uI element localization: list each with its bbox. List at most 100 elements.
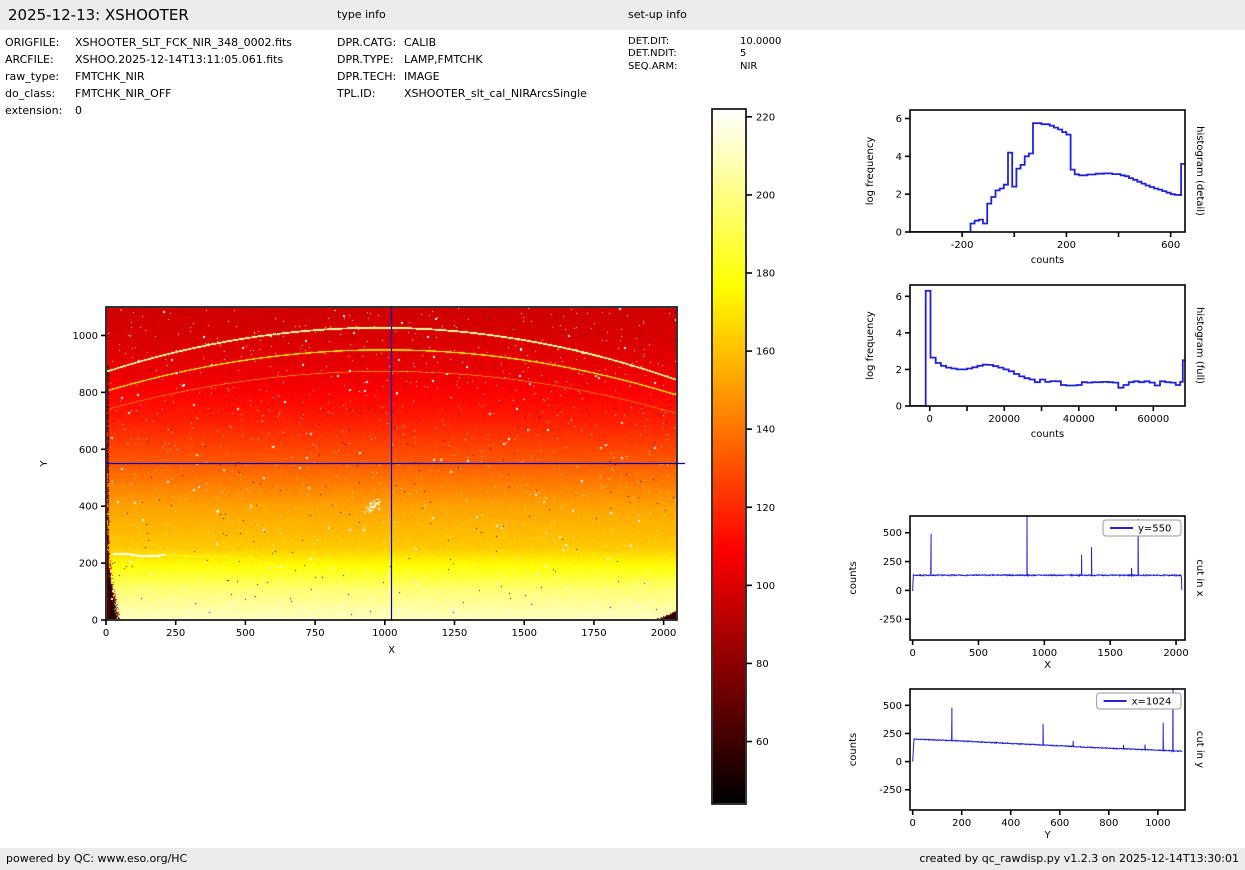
info-label: extension: [5, 102, 75, 119]
info-label: ARCFILE: [5, 51, 75, 68]
x-tick-label: 200 [1057, 240, 1076, 251]
y-tick-label: 0 [92, 616, 98, 627]
axes-frame [910, 110, 1185, 232]
cut-x-legend: y=550 [1103, 520, 1181, 536]
info-value: 5 [740, 48, 746, 60]
y-tick-label: -250 [879, 615, 902, 626]
y-tick-label: 4 [896, 152, 902, 163]
y-tick-label: 0 [896, 757, 902, 768]
axes-frame [910, 689, 1185, 810]
legend-label: y=550 [1138, 524, 1171, 535]
cut-y-legend: x=1024 [1097, 693, 1181, 709]
cut-y-series [913, 685, 1183, 762]
x-tick-label: 800 [1099, 818, 1118, 829]
right-axis-label: cut in y [1194, 731, 1205, 768]
colorbar-tick-label: 180 [756, 268, 775, 279]
y-tick-label: 1000 [73, 331, 98, 342]
x-tick-label: 1750 [581, 628, 606, 639]
info-label: DPR.CATG: [337, 34, 404, 51]
info-label: TPL.ID: [337, 85, 404, 102]
header-bar: 2025-12-13: XSHOOTER type info set-up in… [0, 0, 1245, 30]
hist-detail-series [910, 123, 1185, 232]
axes-frame [910, 516, 1185, 640]
footer-powered-by: powered by QC: www.eso.org/HC [6, 848, 187, 870]
colorbar-tick-label: 80 [756, 659, 769, 670]
colorbar-tick-label: 140 [756, 425, 775, 436]
x-tick-label: 2000 [651, 628, 676, 639]
page-title: 2025-12-13: XSHOOTER [8, 0, 189, 30]
x-axis-label: counts [1031, 429, 1064, 440]
y-tick-label: 400 [79, 502, 98, 513]
info-row: do_class:FMTCHK_NIR_OFF [5, 85, 292, 102]
plot-cut-x: 0500100015002000-2500250500Xcountscut in… [848, 507, 1205, 671]
x-tick-label: 600 [1050, 818, 1069, 829]
info-value: CALIB [404, 34, 436, 51]
x-tick-label: 1500 [511, 628, 536, 639]
x-tick-label: 0 [910, 818, 916, 829]
x-tick-label: 60000 [1137, 414, 1169, 425]
type-info-table: DPR.CATG:CALIBDPR.TYPE:LAMP,FMTCHKDPR.TE… [337, 34, 587, 102]
legend-label: x=1024 [1132, 697, 1172, 708]
info-row: DPR.TYPE:LAMP,FMTCHK [337, 51, 587, 68]
x-tick-label: 1000 [1145, 818, 1170, 829]
footer-bar: powered by QC: www.eso.org/HC created by… [0, 848, 1245, 870]
legend-box [1097, 693, 1181, 709]
info-value: XSHOO.2025-12-14T13:11:05.061.fits [75, 51, 283, 68]
y-tick-label: 800 [79, 388, 98, 399]
info-row: DPR.CATG:CALIB [337, 34, 587, 51]
y-axis-label: log frequency [865, 137, 876, 206]
y-tick-label: 250 [883, 729, 902, 740]
colorbar-tick-label: 120 [756, 503, 775, 514]
info-row: DET.NDIT:5 [628, 48, 781, 60]
y-tick-label: 250 [883, 557, 902, 568]
colorbar-gradient [713, 110, 745, 803]
y-tick-label: 200 [79, 559, 98, 570]
section-title-type-info: type info [337, 0, 386, 30]
plot-hist-detail: -2002006000246countslog frequencyhistogr… [865, 110, 1205, 266]
x-tick-label: 200 [952, 818, 971, 829]
legend-box [1103, 520, 1181, 536]
info-value: IMAGE [404, 68, 440, 85]
info-value: 10.0000 [740, 36, 781, 48]
y-axis-label: log frequency [865, 311, 876, 380]
x-tick-label: 0 [103, 628, 109, 639]
y-axis-label: counts [848, 733, 859, 766]
right-axis-label: histogram (full) [1194, 307, 1205, 384]
info-row: SEQ.ARM:NIR [628, 61, 781, 73]
info-label: ORIGFILE: [5, 34, 75, 51]
x-tick-label: 1500 [1097, 648, 1122, 659]
info-value: FMTCHK_NIR [75, 68, 145, 85]
x-tick-label: 600 [1161, 240, 1180, 251]
info-label: SEQ.ARM: [628, 61, 740, 73]
x-axis-label: X [1044, 660, 1051, 671]
x-tick-label: 500 [236, 628, 255, 639]
y-tick-label: 500 [883, 701, 902, 712]
info-value: XSHOOTER_SLT_FCK_NIR_348_0002.fits [75, 34, 292, 51]
colorbar-tick-label: 160 [756, 347, 775, 358]
x-tick-label: 0 [927, 414, 933, 425]
info-value: XSHOOTER_slt_cal_NIRArcsSingle [404, 85, 587, 102]
colorbar-tick-label: 200 [756, 190, 775, 201]
colorbar-tick-label: 100 [756, 581, 775, 592]
info-label: DET.DIT: [628, 36, 740, 48]
x-tick-label: 750 [306, 628, 325, 639]
y-tick-label: 2 [896, 365, 902, 376]
y-axis-label: counts [848, 561, 859, 594]
x-tick-label: 0 [909, 648, 915, 659]
info-value: 0 [75, 102, 82, 119]
y-tick-label: 4 [896, 328, 902, 339]
footer-created-by: created by qc_rawdisp.py v1.2.3 on 2025-… [919, 848, 1239, 870]
x-tick-label: 1000 [372, 628, 397, 639]
x-tick-label: 1000 [1032, 648, 1057, 659]
info-row: DET.DIT:10.0000 [628, 36, 781, 48]
info-label: DET.NDIT: [628, 48, 740, 60]
info-row: extension:0 [5, 102, 292, 119]
plot-hist-full: 02000040000600000246countslog frequencyh… [865, 285, 1205, 440]
heatmap-image [107, 308, 676, 619]
y-tick-label: 6 [896, 292, 902, 303]
x-axis-label: X [388, 645, 395, 656]
x-tick-label: 250 [166, 628, 185, 639]
right-axis-label: histogram (detail) [1194, 126, 1205, 216]
info-row: ARCFILE:XSHOO.2025-12-14T13:11:05.061.fi… [5, 51, 292, 68]
x-tick-label: 20000 [988, 414, 1020, 425]
